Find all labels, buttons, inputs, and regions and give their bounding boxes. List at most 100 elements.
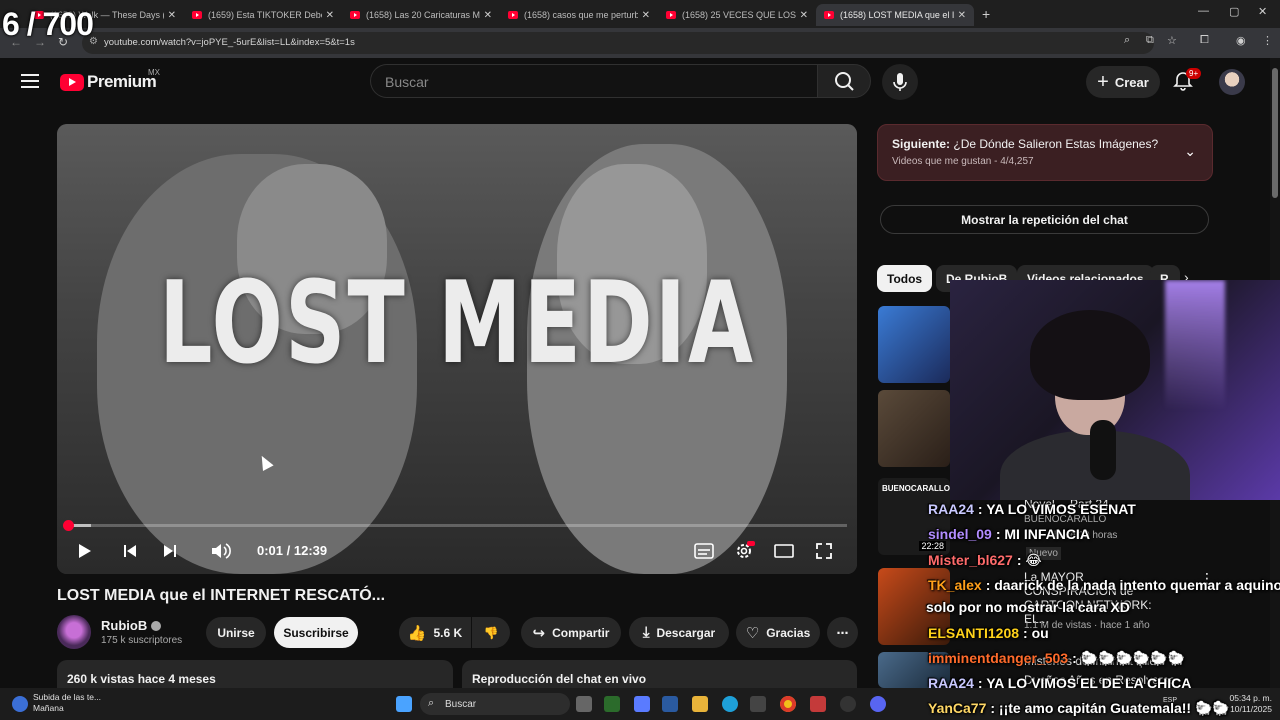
chat-message: imminentdanger_503: 🐑🐑🐑🐑🐑🐑 [928,650,1185,667]
close-tab-icon[interactable]: ✕ [326,10,334,21]
subscribe-label: Suscribirse [283,625,349,640]
extensions-icon[interactable]: ⧠ [1200,34,1209,47]
chevron-down-icon[interactable]: ⌄ [1184,143,1196,160]
playlist-meta: Videos que me gustan - 4/4,257 [892,156,1034,167]
close-tab-icon[interactable]: ✕ [958,10,966,21]
chat-text: : 🐑🐑🐑🐑🐑🐑 [1072,650,1186,666]
play-button[interactable] [71,536,97,566]
tab-title: (1658) casos que me perturban [524,10,638,20]
like-button[interactable]: 👍 5.6 K [399,617,471,648]
progress-scrubber[interactable] [63,520,74,531]
close-tab-icon[interactable]: ✕ [800,10,808,21]
video-player[interactable]: LOST MEDIA 0:01 / 12:39 [57,124,857,574]
weather-icon[interactable] [12,696,28,712]
minimize-icon[interactable]: — [1198,5,1209,17]
country-code: MX [148,68,160,77]
theater-mode-icon [774,544,794,558]
chat-text: : 😂 [1016,552,1042,568]
thanks-button[interactable]: ♡ Gracias [736,617,820,648]
more-horizontal-icon: ⋯ [836,625,849,640]
app-icon[interactable] [750,696,766,712]
verified-check-icon [151,621,162,631]
browser-tab[interactable]: (1658) casos que me perturban ✕ [500,4,658,26]
edge-icon[interactable] [722,696,738,712]
fullscreen-button[interactable] [811,536,837,566]
task-view-icon[interactable] [576,696,592,712]
voice-search-button[interactable] [882,64,918,100]
up-next-line: Siguiente: ¿De Dónde Salieron Estas Imág… [892,137,1158,151]
previous-button[interactable] [117,536,143,566]
discord-icon[interactable] [870,696,886,712]
playlist-up-next-panel[interactable]: Siguiente: ¿De Dónde Salieron Estas Imág… [877,124,1213,181]
tab-title: (1658) Las 20 Caricaturas Más C [366,10,480,20]
chat-text: : YA LO VIMOS ESENAT [977,501,1136,517]
app-icon[interactable] [634,696,650,712]
download-button[interactable]: ⤓ Descargar [629,617,729,648]
search-icon: ⌕ [428,697,435,709]
channel-name-link[interactable]: RubioB [101,618,162,633]
maximize-icon[interactable]: ▢ [1229,5,1239,18]
settings-button[interactable] [731,536,757,566]
weather-widget[interactable]: Subida de las te... Mañana [33,692,101,714]
chrome-icon[interactable] [780,696,796,712]
tab-title: (1659) Esta TIKTOKER Debe Est [208,10,322,20]
chat-text: : MI INFANCIA [995,526,1090,542]
browser-tab-active[interactable]: (1658) LOST MEDIA que el INTE ✕ [816,4,974,26]
play-icon [79,544,91,558]
video-progress-bar[interactable] [63,520,847,531]
store-icon[interactable] [662,696,678,712]
youtube-premium-logo[interactable]: Premium MX [60,68,160,92]
subtitles-button[interactable] [691,536,717,566]
close-tab-icon[interactable]: ✕ [484,10,492,21]
streamer-hair [1030,310,1150,400]
windows-start-icon[interactable] [396,696,412,712]
tab-title: (1658) LOST MEDIA que el INTE [840,10,954,20]
omnibox[interactable]: ⚙ youtube.com/watch?v=joPYE_-5urE&list=L… [82,32,1154,54]
app-icon[interactable] [810,696,826,712]
subscribe-button[interactable]: Suscribirse [274,617,358,648]
new-tab-icon[interactable]: + [982,6,990,22]
chat-replay-box-title: Reproducción del chat en vivo [472,672,647,686]
zoom-icon[interactable]: ⌕ [1124,34,1130,47]
account-avatar[interactable] [1219,69,1245,95]
video-overlay-title: LOST MEDIA [159,256,755,390]
profile-icon[interactable]: ◉ [1236,34,1246,47]
close-tab-icon[interactable]: ✕ [642,10,650,21]
browser-tab[interactable]: (1658) Las 20 Caricaturas Más C ✕ [342,4,500,26]
search-input[interactable]: Buscar [370,64,817,98]
hamburger-menu-icon[interactable] [21,74,39,88]
app-icon[interactable] [604,696,620,712]
menu-kebab-icon[interactable]: ⋮ [1262,34,1273,47]
join-button[interactable]: Unirse [206,617,266,648]
close-window-icon[interactable]: ✕ [1258,5,1267,18]
scrollbar-thumb[interactable] [1272,68,1278,198]
browser-tab[interactable]: (1658) 25 VECES QUE LOS GRIN ✕ [658,4,816,26]
next-button[interactable] [157,536,183,566]
cast-icon[interactable]: ⧉ [1146,34,1154,47]
app-icon[interactable] [840,696,856,712]
video-duration: 22:28 [919,541,946,551]
chat-username: TK_alex [928,577,982,593]
related-video-thumbnail[interactable] [878,306,950,383]
taskbar-search[interactable]: ⌕ Buscar [420,693,570,715]
plus-icon: + [1097,71,1109,93]
file-explorer-icon[interactable] [692,696,708,712]
search-placeholder: Buscar [385,74,429,90]
volume-button[interactable] [207,536,235,566]
share-button[interactable]: ↪ Compartir [521,617,621,648]
show-chat-replay-button[interactable]: Mostrar la repetición del chat [880,205,1209,234]
theater-mode-button[interactable] [771,536,797,566]
create-button[interactable]: + Crear [1086,66,1160,98]
related-video-thumbnail[interactable] [878,390,950,467]
browser-tab[interactable]: (1659) Esta TIKTOKER Debe Est ✕ [184,4,342,26]
more-actions-button[interactable]: ⋯ [827,617,858,648]
close-tab-icon[interactable]: ✕ [168,10,176,21]
bookmark-star-icon[interactable]: ☆ [1167,34,1177,47]
search-button[interactable] [817,64,871,98]
chat-username: RAA24 [928,501,974,517]
streamer-webcam [950,280,1280,500]
dislike-button[interactable]: 👎 [472,617,510,648]
chat-message: Mister_bl627: 😂 [928,552,1042,569]
channel-avatar[interactable] [57,615,91,649]
chip-all[interactable]: Todos [877,265,933,292]
